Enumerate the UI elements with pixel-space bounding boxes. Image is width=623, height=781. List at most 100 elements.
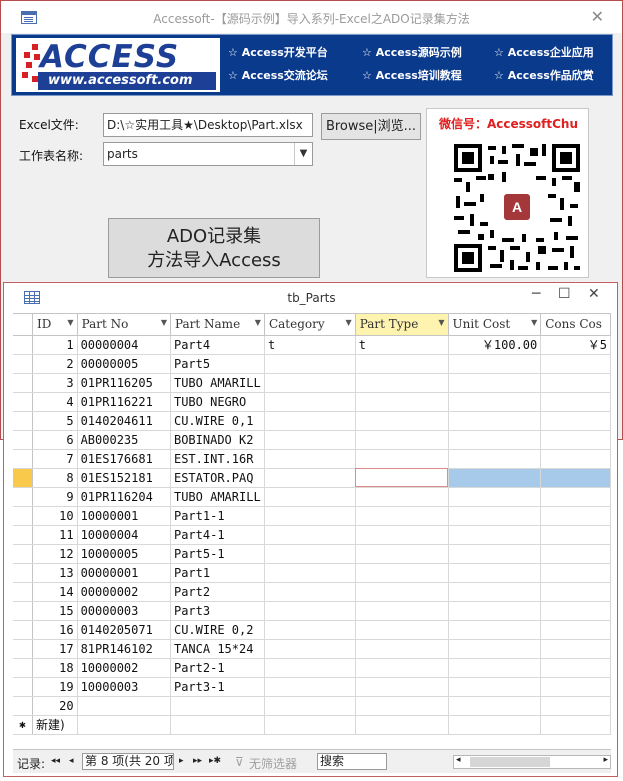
table-row[interactable]: 3 01PR116205 TUBO AMARILL xyxy=(13,373,611,393)
cell-id[interactable]: 4 xyxy=(32,392,78,412)
cell-category[interactable] xyxy=(264,639,356,659)
no-filter-button[interactable]: 无筛选器 xyxy=(249,755,297,772)
cell-unit-cost[interactable] xyxy=(448,563,542,583)
close-icon[interactable]: ✕ xyxy=(591,7,604,26)
cell-part-no[interactable]: 10000005 xyxy=(77,544,171,564)
cell-part-no[interactable]: 10000003 xyxy=(77,677,171,697)
search-field[interactable]: 搜索 xyxy=(317,753,387,770)
cell-part-name[interactable]: Part5 xyxy=(170,354,265,374)
cell-part-name[interactable]: Part5-1 xyxy=(170,544,265,564)
new-row-cell[interactable] xyxy=(540,715,611,735)
cell-category[interactable] xyxy=(264,392,356,412)
cell-id[interactable]: 20 xyxy=(32,696,78,716)
cell-cons-cost[interactable] xyxy=(540,544,611,564)
row-selector[interactable] xyxy=(13,696,33,716)
cell-part-no[interactable]: 0140204611 xyxy=(77,411,171,431)
row-selector[interactable] xyxy=(13,468,33,488)
cell-part-type[interactable] xyxy=(355,563,449,583)
cell-part-name[interactable]: TUBO NEGRO xyxy=(170,392,265,412)
cell-cons-cost[interactable]: ￥5 xyxy=(540,335,611,355)
cell-unit-cost[interactable] xyxy=(448,601,542,621)
row-selector[interactable] xyxy=(13,430,33,450)
table-row[interactable]: 14 00000002 Part2 xyxy=(13,582,611,602)
link-forum[interactable]: ☆ Access交流论坛 xyxy=(228,67,328,83)
cell-part-no[interactable]: 00000001 xyxy=(77,563,171,583)
cell-part-type[interactable] xyxy=(355,544,449,564)
row-selector[interactable] xyxy=(13,658,33,678)
cell-part-no[interactable]: 10000004 xyxy=(77,525,171,545)
table-row[interactable]: 12 10000005 Part5-1 xyxy=(13,544,611,564)
cell-part-name[interactable]: TANCA 15*24 xyxy=(170,639,265,659)
cell-id[interactable]: 1 xyxy=(32,335,78,355)
link-source-samples[interactable]: ☆ Access源码示例 xyxy=(362,44,462,60)
cell-unit-cost[interactable] xyxy=(448,639,542,659)
cell-cons-cost[interactable] xyxy=(540,582,611,602)
current-record-field[interactable]: 第 8 项(共 20 项 xyxy=(82,753,174,770)
table-row[interactable]: 16 0140205071 CU.WIRE 0,2 xyxy=(13,620,611,640)
cell-part-no[interactable]: 01ES152181 xyxy=(77,468,171,488)
cell-part-no[interactable]: 00000004 xyxy=(77,335,171,355)
cell-part-name[interactable]: EST.INT.16R xyxy=(170,449,265,469)
table-row[interactable]: 9 01PR116204 TUBO AMARILL xyxy=(13,487,611,507)
cell-id[interactable]: 8 xyxy=(32,468,78,488)
cell-cons-cost[interactable] xyxy=(540,487,611,507)
cell-part-type[interactable] xyxy=(355,392,449,412)
table-row[interactable]: 8 01ES152181 ESTATOR.PAQ xyxy=(13,468,611,488)
table-row[interactable]: 7 01ES176681 EST.INT.16R xyxy=(13,449,611,469)
cell-unit-cost[interactable] xyxy=(448,677,542,697)
sheet-name-combo[interactable]: parts ▼ xyxy=(103,142,313,166)
cell-part-no[interactable]: 01PR116204 xyxy=(77,487,171,507)
cell-part-type[interactable] xyxy=(355,354,449,374)
column-header-unit-cost[interactable]: Unit Cost ▼ xyxy=(448,314,542,336)
cell-part-no[interactable]: 10000001 xyxy=(77,506,171,526)
cell-cons-cost[interactable] xyxy=(540,373,611,393)
column-header-id[interactable]: ID ▼ xyxy=(32,314,78,336)
new-row-cell[interactable] xyxy=(77,715,171,735)
cell-part-type[interactable] xyxy=(355,411,449,431)
cell-id[interactable]: 11 xyxy=(32,525,78,545)
row-selector[interactable] xyxy=(13,487,33,507)
cell-cons-cost[interactable] xyxy=(540,449,611,469)
cell-part-no[interactable]: 01PR116205 xyxy=(77,373,171,393)
cell-category[interactable] xyxy=(264,354,356,374)
cell-category[interactable] xyxy=(264,620,356,640)
cell-part-type[interactable] xyxy=(355,696,449,716)
cell-id[interactable]: 10 xyxy=(32,506,78,526)
cell-part-name[interactable]: ESTATOR.PAQ xyxy=(170,468,265,488)
cell-part-name[interactable]: Part1-1 xyxy=(170,506,265,526)
cell-unit-cost[interactable] xyxy=(448,373,542,393)
row-selector[interactable] xyxy=(13,620,33,640)
cell-cons-cost[interactable] xyxy=(540,563,611,583)
cell-part-type[interactable] xyxy=(355,639,449,659)
cell-unit-cost[interactable] xyxy=(448,544,542,564)
link-showcase[interactable]: ☆ Access作品欣赏 xyxy=(494,67,594,83)
first-record-icon[interactable]: ◂◂ xyxy=(51,756,60,766)
cell-part-name[interactable]: Part1 xyxy=(170,563,265,583)
cell-part-name[interactable]: Part2-1 xyxy=(170,658,265,678)
chevron-down-icon[interactable]: ▼ xyxy=(294,143,312,165)
cell-part-no[interactable]: 81PR146102 xyxy=(77,639,171,659)
row-selector[interactable] xyxy=(13,506,33,526)
sort-dropdown-icon[interactable]: ▼ xyxy=(161,318,167,327)
cell-id[interactable]: 12 xyxy=(32,544,78,564)
sort-dropdown-icon[interactable]: ▼ xyxy=(346,318,352,327)
cell-part-type[interactable] xyxy=(355,677,449,697)
cell-part-type[interactable] xyxy=(355,601,449,621)
cell-id[interactable]: 16 xyxy=(32,620,78,640)
cell-category[interactable] xyxy=(264,658,356,678)
cell-part-type[interactable] xyxy=(355,468,449,488)
cell-part-type[interactable] xyxy=(355,373,449,393)
sort-dropdown-icon[interactable]: ▼ xyxy=(67,318,73,327)
table-row[interactable]: 18 10000002 Part2-1 xyxy=(13,658,611,678)
cell-cons-cost[interactable] xyxy=(540,696,611,716)
cell-category[interactable] xyxy=(264,449,356,469)
cell-part-name[interactable]: Part4-1 xyxy=(170,525,265,545)
new-record-row[interactable]: ✱ 新建) xyxy=(13,715,611,735)
cell-category[interactable]: t xyxy=(264,335,356,355)
access-logo[interactable]: ACCESS www.accessoft.com xyxy=(16,38,220,92)
sort-dropdown-icon[interactable]: ▼ xyxy=(531,318,537,327)
cell-unit-cost[interactable] xyxy=(448,620,542,640)
cell-unit-cost[interactable] xyxy=(448,430,542,450)
close-icon[interactable]: ✕ xyxy=(588,286,600,302)
row-selector[interactable] xyxy=(13,449,33,469)
